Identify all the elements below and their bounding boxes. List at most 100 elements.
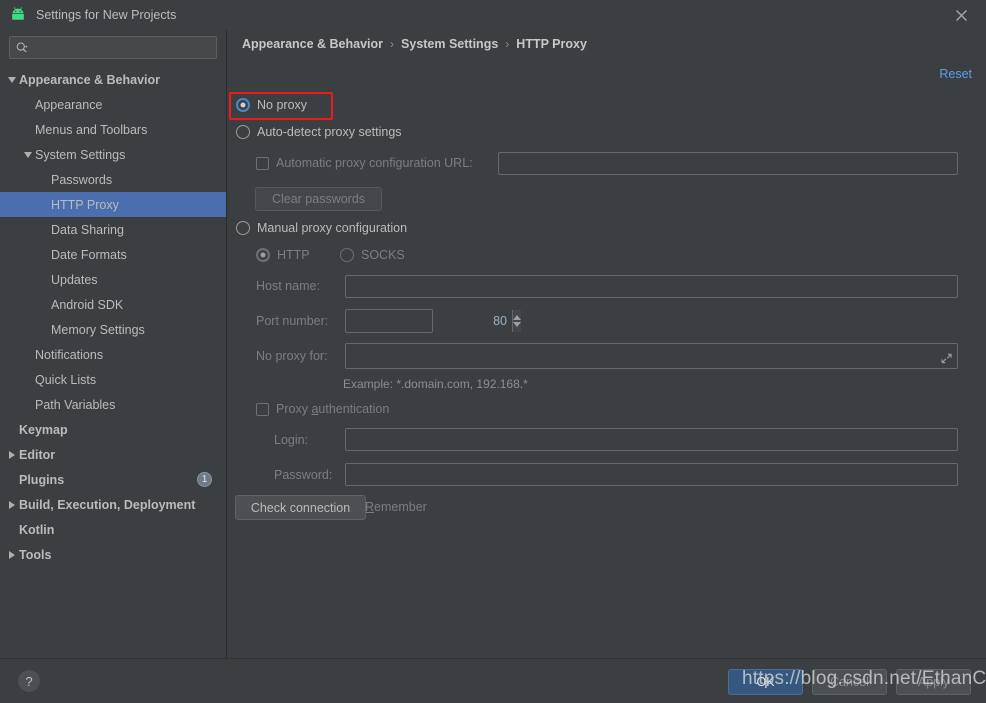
sidebar-item-quick-lists[interactable]: Quick Lists [0, 367, 226, 392]
sidebar-item-kotlin[interactable]: Kotlin [0, 517, 226, 542]
breadcrumb: Appearance & Behavior › System Settings … [242, 37, 587, 51]
sidebar-item-data-sharing[interactable]: Data Sharing [0, 217, 226, 242]
sidebar-item-system-settings[interactable]: System Settings [0, 142, 226, 167]
breadcrumb-item-0[interactable]: Appearance & Behavior [242, 37, 383, 51]
login-field[interactable] [345, 428, 958, 451]
sidebar-item-label: Appearance [35, 97, 103, 112]
sidebar-item-keymap[interactable]: Keymap [0, 417, 226, 442]
port-spinner-buttons[interactable] [512, 310, 521, 332]
check-connection-button[interactable]: Check connection [235, 495, 366, 520]
socks-label: SOCKS [361, 248, 405, 262]
auto-config-url-field[interactable] [498, 152, 958, 175]
sidebar-item-date-formats[interactable]: Date Formats [0, 242, 226, 267]
no-proxy-for-label-row: No proxy for: [256, 349, 328, 363]
sidebar-item-appearance[interactable]: Appearance [0, 92, 226, 117]
search-box[interactable] [9, 36, 217, 59]
sidebar-item-label: Appearance & Behavior [19, 72, 161, 87]
host-name-input[interactable] [346, 276, 957, 297]
proxy-auth-row[interactable]: Proxy authentication [256, 402, 389, 416]
sidebar-item-build-execution-deployment[interactable]: Build, Execution, Deployment [0, 492, 226, 517]
http-label: HTTP [277, 248, 310, 262]
spinner-up-icon[interactable] [513, 315, 521, 320]
sidebar-item-label: Android SDK [51, 297, 124, 312]
manual-proxy-radio-row[interactable]: Manual proxy configuration [236, 221, 407, 235]
manual-proxy-radio[interactable] [236, 221, 250, 235]
sidebar-item-label: Editor [19, 447, 56, 462]
sidebar-item-label: Date Formats [51, 247, 127, 262]
sidebar-item-tools[interactable]: Tools [0, 542, 226, 567]
sidebar-item-android-sdk[interactable]: Android SDK [0, 292, 226, 317]
spinner-down-icon[interactable] [513, 322, 521, 327]
sidebar-item-label: Menus and Toolbars [35, 122, 148, 137]
protocol-socks-row[interactable]: SOCKS [340, 248, 405, 262]
clear-passwords-button[interactable]: Clear passwords [255, 187, 382, 211]
help-button[interactable]: ? [18, 670, 40, 692]
proxy-auth-checkbox[interactable] [256, 402, 269, 416]
sidebar-item-memory-settings[interactable]: Memory Settings [0, 317, 226, 342]
sidebar-item-menus-and-toolbars[interactable]: Menus and Toolbars [0, 117, 226, 142]
auto-detect-radio-row[interactable]: Auto-detect proxy settings [236, 125, 402, 139]
search-icon [16, 41, 28, 52]
no-proxy-for-input[interactable] [346, 344, 957, 368]
auto-config-url-input[interactable] [499, 153, 957, 174]
sidebar-item-passwords[interactable]: Passwords [0, 167, 226, 192]
chevron-right-icon[interactable] [4, 492, 19, 517]
password-field[interactable] [345, 463, 958, 486]
auto-config-url-checkbox[interactable] [256, 156, 269, 170]
sidebar-item-http-proxy[interactable]: HTTP Proxy [0, 192, 226, 217]
port-number-label: Port number: [256, 314, 329, 328]
no-proxy-label: No proxy [257, 98, 308, 112]
sidebar-item-path-variables[interactable]: Path Variables [0, 392, 226, 417]
sidebar-item-editor[interactable]: Editor [0, 442, 226, 467]
sidebar-item-label: HTTP Proxy [51, 197, 119, 212]
sidebar-item-label: System Settings [35, 147, 126, 162]
reset-link[interactable]: Reset [939, 67, 972, 81]
auto-detect-radio[interactable] [236, 125, 250, 139]
port-number-stepper[interactable] [345, 309, 521, 333]
no-proxy-radio-row[interactable]: No proxy [236, 98, 307, 112]
search-input[interactable] [29, 37, 216, 58]
no-proxy-for-field[interactable] [345, 343, 958, 369]
sidebar-item-updates[interactable]: Updates [0, 267, 226, 292]
chevron-down-icon[interactable] [4, 67, 19, 92]
port-number-input[interactable] [346, 310, 512, 332]
settings-content: Appearance & Behavior › System Settings … [228, 30, 986, 658]
close-icon[interactable] [950, 4, 972, 26]
sidebar-item-label: Passwords [51, 172, 113, 187]
expand-icon[interactable] [940, 352, 953, 365]
chevron-right-icon[interactable] [4, 542, 19, 567]
chevron-right-icon[interactable] [4, 442, 19, 467]
sidebar-item-notifications[interactable]: Notifications [0, 342, 226, 367]
sidebar-item-plugins[interactable]: Plugins 1 [0, 467, 226, 492]
ok-button[interactable]: OK [728, 669, 803, 695]
password-input[interactable] [346, 464, 957, 485]
search-wrap [0, 30, 226, 63]
sidebar-item-label: Kotlin [19, 522, 55, 537]
host-name-field[interactable] [345, 275, 958, 298]
apply-button[interactable]: Apply [896, 669, 971, 695]
auto-config-url-label: Automatic proxy configuration URL: [276, 156, 473, 170]
sidebar-item-appearance-behavior[interactable]: Appearance & Behavior [0, 67, 226, 92]
protocol-http-row[interactable]: HTTP [256, 248, 310, 262]
title-bar: Settings for New Projects [0, 0, 986, 30]
proxy-auth-label: Proxy authentication [276, 402, 390, 416]
no-proxy-radio[interactable] [236, 98, 250, 112]
cancel-button[interactable]: Cancel [812, 669, 887, 695]
http-radio[interactable] [256, 248, 270, 262]
sidebar-item-label: Build, Execution, Deployment [19, 497, 196, 512]
breadcrumb-item-1[interactable]: System Settings [401, 37, 498, 51]
sidebar-item-label: Plugins [19, 472, 65, 487]
auto-config-url-row[interactable]: Automatic proxy configuration URL: [256, 156, 473, 170]
socks-radio[interactable] [340, 248, 354, 262]
chevron-down-icon[interactable] [20, 142, 35, 167]
login-input[interactable] [346, 429, 957, 450]
sidebar-item-label: Keymap [19, 422, 68, 437]
